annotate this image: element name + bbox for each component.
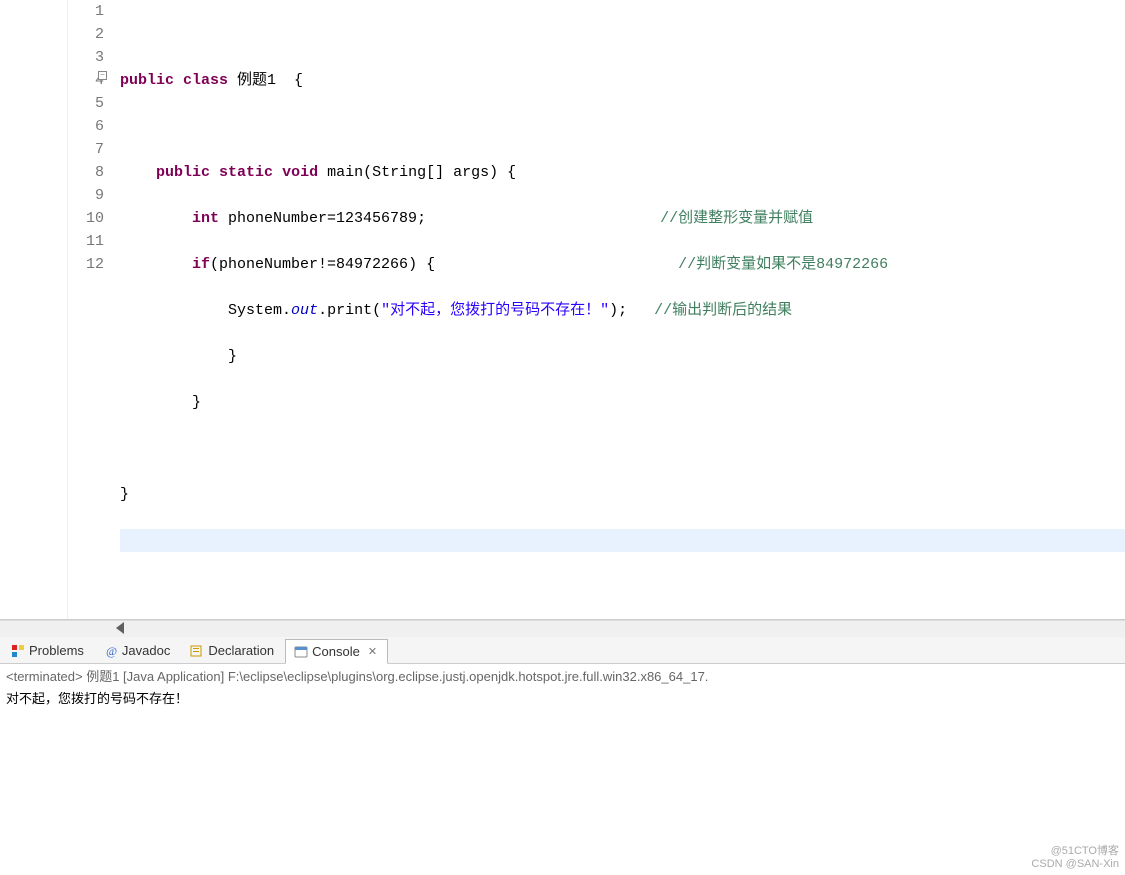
watermark: @51CTO博客 CSDN @SAN-Xin [1031, 845, 1119, 871]
code-text: } [120, 348, 237, 365]
tab-label: Problems [29, 643, 84, 658]
code-editor[interactable]: 1 2 3 4 5 6 7 8 9 10 11 12 − public clas… [0, 0, 1125, 620]
tab-declaration[interactable]: Declaration [181, 638, 285, 663]
line-number: 7 [68, 138, 104, 161]
tab-console[interactable]: Console ✕ [285, 639, 388, 664]
code-line[interactable] [120, 115, 1125, 138]
code-text: .print( [318, 302, 381, 319]
line-number: 2 [68, 23, 104, 46]
console-icon [294, 645, 308, 659]
comment: //创建整形变量并赋值 [660, 210, 813, 227]
keyword: if [192, 256, 210, 273]
code-line[interactable]: int phoneNumber=123456789; //创建整形变量并赋值 [120, 207, 1125, 230]
scroll-left-arrow-icon[interactable] [116, 622, 124, 634]
code-text: } [120, 486, 129, 503]
problems-icon [11, 644, 25, 658]
code-text: phoneNumber=123456789; [219, 210, 426, 227]
tab-label: Declaration [208, 643, 274, 658]
tab-javadoc[interactable]: @ Javadoc [95, 638, 181, 663]
keyword: public [120, 72, 174, 89]
code-line-current[interactable] [120, 529, 1125, 552]
line-number: 5 [68, 92, 104, 115]
fold-toggle-icon[interactable]: − [98, 71, 107, 80]
comment: //输出判断后的结果 [654, 302, 792, 319]
line-number: 1 [68, 0, 104, 23]
code-content[interactable]: public class 例题1 { public static void ma… [116, 0, 1125, 619]
javadoc-icon: @ [104, 644, 118, 658]
code-line[interactable]: if(phoneNumber!=84972266) { //判断变量如果不是84… [120, 253, 1125, 276]
watermark-line: @51CTO博客 [1031, 845, 1119, 858]
close-icon[interactable]: ✕ [368, 645, 377, 658]
line-number: 12 [68, 253, 104, 276]
code-line[interactable]: } [120, 391, 1125, 414]
line-number: 6 [68, 115, 104, 138]
string-literal: "对不起，您拨打的号码不存在！" [381, 302, 609, 319]
line-number: 3 [68, 46, 104, 69]
code-line[interactable]: } [120, 345, 1125, 368]
line-number: 9 [68, 184, 104, 207]
keyword: static [219, 164, 273, 181]
code-line[interactable]: public static void main(String[] args) { [120, 161, 1125, 184]
declaration-icon [190, 644, 204, 658]
line-number-ruler[interactable]: 1 2 3 4 5 6 7 8 9 10 11 12 [68, 0, 110, 619]
code-text: main(String[] args) { [318, 164, 516, 181]
line-number: 8 [68, 161, 104, 184]
tab-problems[interactable]: Problems [2, 638, 95, 663]
code-line[interactable] [120, 23, 1125, 46]
comment: //判断变量如果不是84972266 [678, 256, 888, 273]
code-text: (phoneNumber!=84972266) { [210, 256, 435, 273]
keyword: class [183, 72, 228, 89]
tab-label: Javadoc [122, 643, 170, 658]
console-status: <terminated> 例题1 [Java Application] F:\e… [0, 664, 1125, 686]
watermark-line: CSDN @SAN-Xin [1031, 858, 1119, 871]
code-line[interactable]: } [120, 483, 1125, 506]
svg-text:@: @ [106, 644, 117, 658]
code-line[interactable]: public class 例题1 { [120, 69, 1125, 92]
line-number: 11 [68, 230, 104, 253]
keyword: int [192, 210, 219, 227]
code-text: ); [609, 302, 627, 319]
horizontal-scrollbar[interactable] [0, 620, 1125, 637]
console-output[interactable]: 对不起，您拨打的号码不存在！ [0, 686, 1125, 846]
console-line: 对不起，您拨打的号码不存在！ [6, 688, 1119, 707]
line-number: 10 [68, 207, 104, 230]
view-tabs: Problems @ Javadoc Declaration Console ✕ [0, 637, 1125, 664]
code-text: System. [228, 302, 291, 319]
keyword: void [282, 164, 318, 181]
code-line[interactable] [120, 437, 1125, 460]
code-line[interactable]: System.out.print("对不起，您拨打的号码不存在！"); //输出… [120, 299, 1125, 322]
field: out [291, 302, 318, 319]
keyword: public [156, 164, 210, 181]
code-text: } [120, 394, 201, 411]
code-text: 例题1 { [228, 72, 303, 89]
editor-margin [0, 0, 68, 619]
tab-label: Console [312, 644, 360, 659]
